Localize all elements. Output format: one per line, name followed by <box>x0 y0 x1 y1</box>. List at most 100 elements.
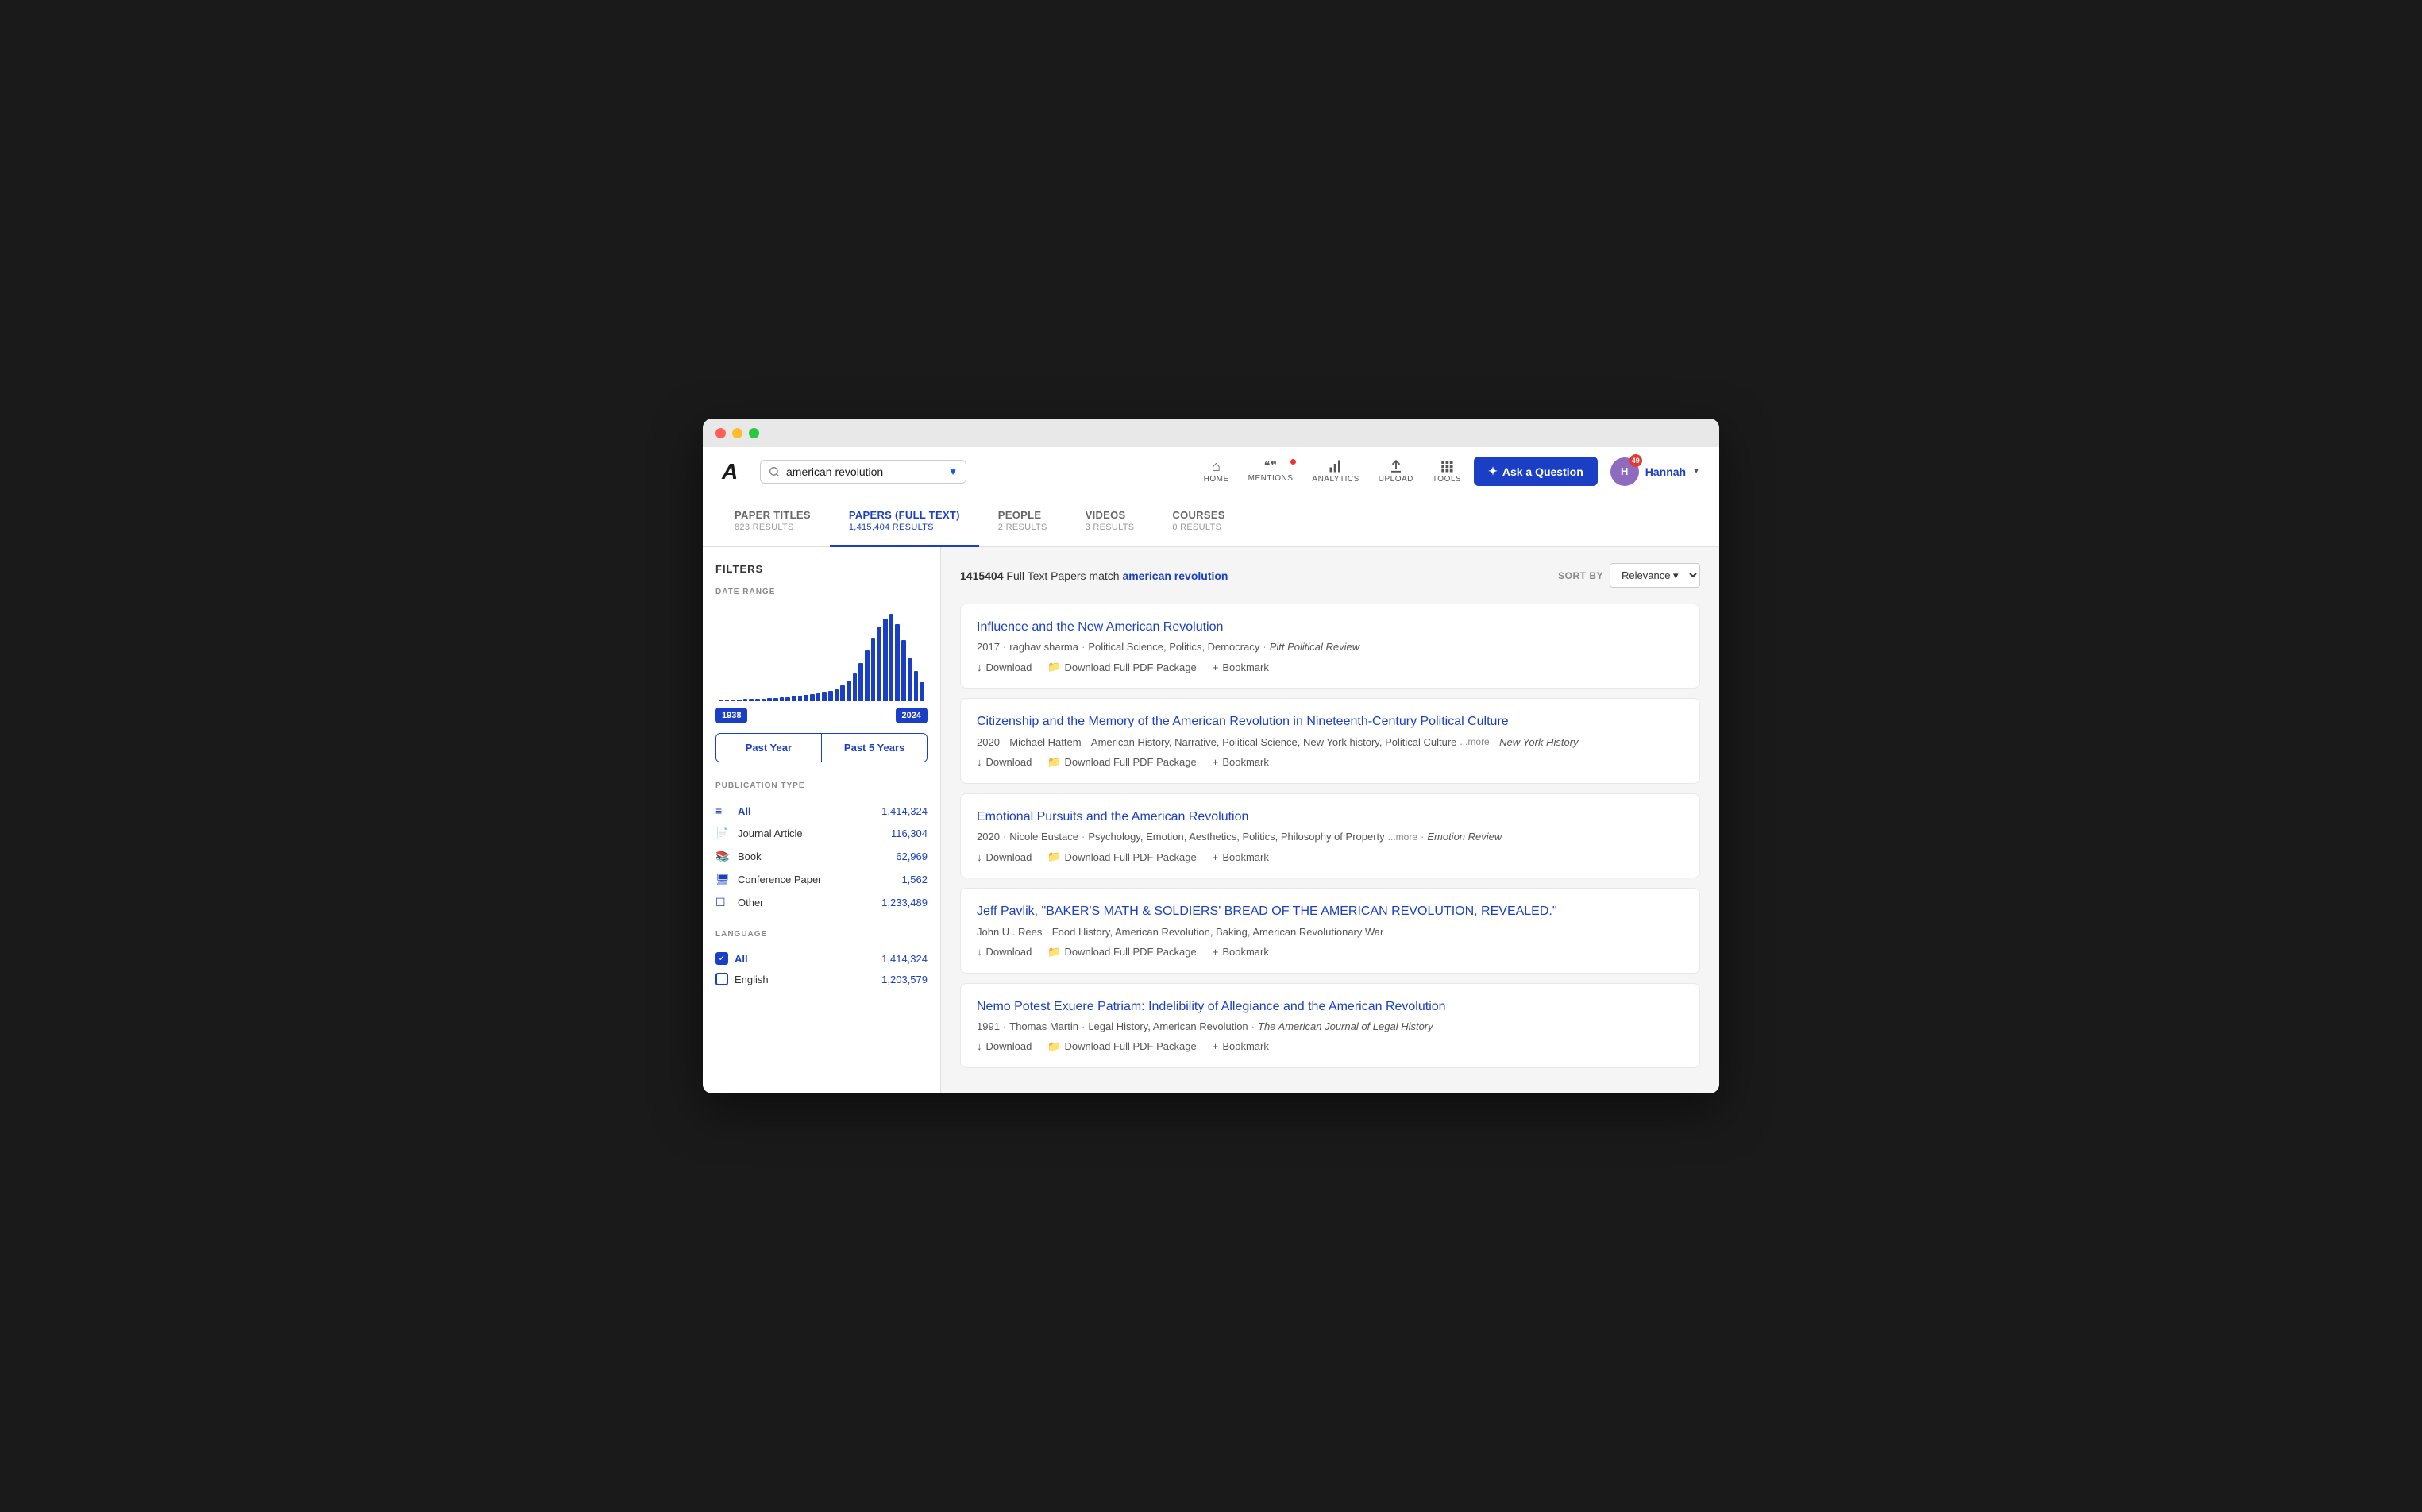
chart-bar <box>792 696 796 701</box>
pubtype-conference[interactable]: 🖥 Conference Paper 1,562 <box>715 868 928 891</box>
pubtype-all[interactable]: ≡ All 1,414,324 <box>715 800 928 822</box>
lang-english-checkbox[interactable] <box>715 973 728 986</box>
maximize-button[interactable] <box>749 428 759 438</box>
lang-all-checkbox[interactable]: ✓ <box>715 952 728 965</box>
sort-area: SORT BY Relevance ▾ <box>1558 563 1700 588</box>
more-tags[interactable]: ...more <box>1460 736 1489 747</box>
download-action[interactable]: ↓Download <box>977 946 1032 958</box>
download-pdf-action[interactable]: 📁Download Full PDF Package <box>1047 661 1196 673</box>
bookmark-action[interactable]: +Bookmark <box>1213 662 1269 673</box>
result-title[interactable]: Jeff Pavlik, "BAKER'S MATH & SOLDIERS' B… <box>977 903 1683 920</box>
chart-bar <box>914 671 919 702</box>
download-action[interactable]: ↓Download <box>977 851 1032 863</box>
nav-upload[interactable]: UPLOAD <box>1379 459 1413 484</box>
download-action[interactable]: ↓Download <box>977 662 1032 673</box>
ask-question-button[interactable]: ✦ Ask a Question <box>1474 457 1598 486</box>
chart-bar <box>835 689 839 701</box>
lang-all-count: 1,414,324 <box>881 953 928 965</box>
minimize-button[interactable] <box>732 428 742 438</box>
tab-paper-titles[interactable]: PAPER TITLES 823 Results <box>715 496 830 547</box>
past-5-years-button[interactable]: Past 5 Years <box>822 734 927 762</box>
lang-all[interactable]: ✓ All 1,414,324 <box>715 948 928 969</box>
lang-english[interactable]: English 1,203,579 <box>715 969 928 989</box>
language-filter: LANGUAGE ✓ All 1,414,324 English 1,203,5… <box>715 930 928 989</box>
tab-people[interactable]: PEOPLE 2 Results <box>979 496 1066 547</box>
result-year: 2020 <box>977 831 1000 843</box>
nav-mentions[interactable]: ❝❞ MENTIONS <box>1248 461 1294 483</box>
result-journal: New York History <box>1499 736 1578 748</box>
header: A ▼ ⌂ HOME ❝❞ MENTIONS ANALYTI <box>703 447 1719 496</box>
result-title[interactable]: Emotional Pursuits and the American Revo… <box>977 808 1683 826</box>
username: Hannah <box>1645 465 1686 478</box>
nav-tools[interactable]: TOOLS <box>1433 459 1461 484</box>
tab-videos-label: VIDEOS <box>1086 509 1126 521</box>
sort-select[interactable]: Relevance ▾ <box>1610 563 1700 588</box>
download-icon: ↓ <box>977 946 982 958</box>
bookmark-action[interactable]: +Bookmark <box>1213 946 1269 958</box>
bookmark-action[interactable]: +Bookmark <box>1213 1040 1269 1052</box>
nav-analytics[interactable]: ANALYTICS <box>1312 459 1359 484</box>
mentions-icon: ❝❞ <box>1263 461 1277 472</box>
nav-home[interactable]: ⌂ HOME <box>1204 459 1229 484</box>
past-year-button[interactable]: Past Year <box>716 734 821 762</box>
search-input[interactable] <box>786 465 942 478</box>
folder-icon: 📁 <box>1047 1040 1060 1053</box>
result-journal: Emotion Review <box>1427 831 1502 843</box>
result-meta: 1991 · Thomas Martin · Legal History, Am… <box>977 1020 1683 1032</box>
result-author: Thomas Martin <box>1009 1020 1078 1032</box>
tab-papers-full-text[interactable]: PAPERS (FULL TEXT) 1,415,404 Results <box>830 496 979 547</box>
result-item: Jeff Pavlik, "BAKER'S MATH & SOLDIERS' B… <box>960 888 1700 973</box>
tab-courses[interactable]: COURSES 0 Results <box>1153 496 1244 547</box>
tab-people-label: PEOPLE <box>998 509 1042 521</box>
download-action[interactable]: ↓Download <box>977 756 1032 768</box>
bookmark-icon: + <box>1213 946 1219 958</box>
tab-papers-full-text-label: PAPERS (FULL TEXT) <box>849 509 960 521</box>
result-tags: Legal History, American Revolution <box>1088 1020 1248 1032</box>
chart-bar <box>798 696 803 701</box>
result-meta: 2020 · Nicole Eustace · Psychology, Emot… <box>977 831 1683 843</box>
download-pdf-action[interactable]: 📁Download Full PDF Package <box>1047 946 1196 958</box>
tabs-bar: PAPER TITLES 823 Results PAPERS (FULL TE… <box>703 496 1719 547</box>
tab-videos[interactable]: VIDEOS 3 Results <box>1066 496 1154 547</box>
home-icon: ⌂ <box>1212 459 1221 473</box>
chart-bar <box>901 640 906 701</box>
other-icon: ☐ <box>715 896 731 909</box>
language-label: LANGUAGE <box>715 930 928 939</box>
download-pdf-action[interactable]: 📁Download Full PDF Package <box>1047 756 1196 769</box>
tab-people-count: 2 Results <box>998 523 1047 532</box>
user-dropdown-icon[interactable]: ▼ <box>1692 467 1700 476</box>
pubtype-conference-count: 1,562 <box>901 874 928 885</box>
close-button[interactable] <box>715 428 726 438</box>
lang-all-label: All <box>735 953 875 965</box>
chart-labels: 1938 2024 <box>715 708 928 723</box>
bookmark-icon: + <box>1213 756 1219 768</box>
result-author: Nicole Eustace <box>1009 831 1078 843</box>
bookmark-action[interactable]: +Bookmark <box>1213 756 1269 768</box>
chart-bar <box>780 697 785 702</box>
pubtype-journal[interactable]: 📄 Journal Article 116,304 <box>715 822 928 845</box>
pubtype-other[interactable]: ☐ Other 1,233,489 <box>715 891 928 914</box>
pubtype-book[interactable]: 📚 Book 62,969 <box>715 845 928 868</box>
chart-bar <box>853 673 858 701</box>
result-journal: Pitt Political Review <box>1270 641 1359 653</box>
more-tags[interactable]: ...more <box>1388 831 1417 843</box>
result-title[interactable]: Nemo Potest Exuere Patriam: Indelibility… <box>977 998 1683 1016</box>
search-box[interactable]: ▼ <box>760 460 966 484</box>
pubtype-book-label: Book <box>738 850 889 862</box>
result-tags: Psychology, Emotion, Aesthetics, Politic… <box>1088 831 1384 843</box>
download-pdf-action[interactable]: 📁Download Full PDF Package <box>1047 1040 1196 1053</box>
download-action[interactable]: ↓Download <box>977 1040 1032 1052</box>
search-icon <box>769 466 780 477</box>
download-pdf-action[interactable]: 📁Download Full PDF Package <box>1047 850 1196 863</box>
chart-bar <box>847 681 851 701</box>
sort-label: SORT BY <box>1558 570 1603 581</box>
chart-bar <box>719 700 723 701</box>
result-title[interactable]: Citizenship and the Memory of the Americ… <box>977 713 1683 731</box>
titlebar <box>703 418 1719 447</box>
tools-icon <box>1440 459 1454 473</box>
search-dropdown-icon[interactable]: ▼ <box>948 466 958 477</box>
user-menu[interactable]: H 49 Hannah ▼ <box>1610 457 1700 486</box>
result-title[interactable]: Influence and the New American Revolutio… <box>977 619 1683 636</box>
bookmark-action[interactable]: +Bookmark <box>1213 851 1269 863</box>
bookmark-icon: + <box>1213 1040 1219 1052</box>
